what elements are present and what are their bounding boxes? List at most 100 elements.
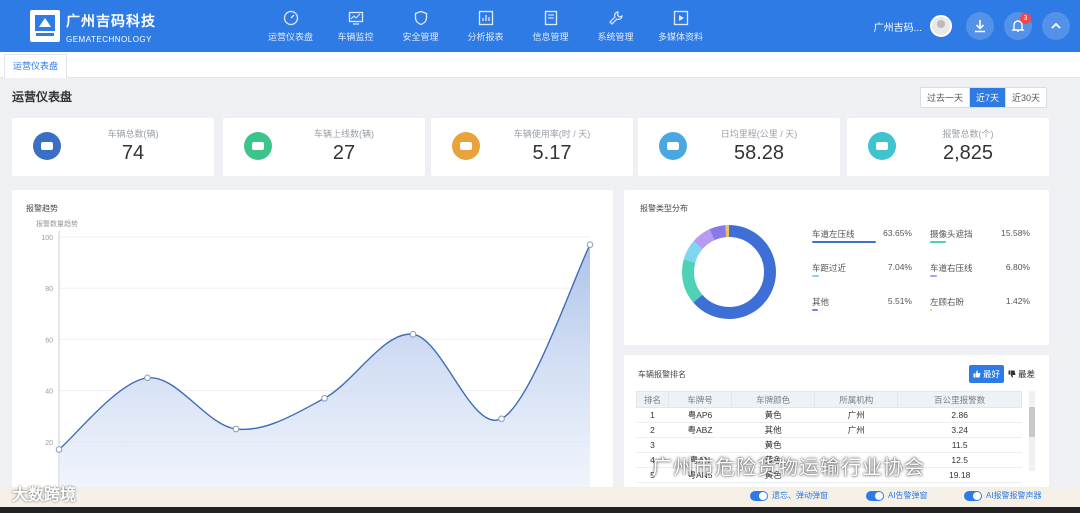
data-point[interactable] [586,241,594,248]
nav-reports[interactable]: 分析报表 [453,0,518,52]
y-tick-label: 40 [45,389,53,396]
table-row[interactable]: 1 粤AP6 黄色 广州 2.86 [636,407,1022,423]
stat-card-vehicles: 车辆总数(辆) 74 [12,118,214,176]
toggle-ai-popup[interactable]: AI告警弹窗 [866,490,928,501]
legend-percent: 63.65% [883,228,912,238]
column-header[interactable]: 所属机构 [814,391,899,408]
legend-bar [812,275,820,277]
rank-cell: 2 [636,422,669,438]
tab-dashboard[interactable]: 运营仪表盘 [4,54,68,78]
watermark-left: 大数跨境 [12,487,77,504]
legend-name: 左顾右盼 [930,297,965,307]
download-button[interactable] [966,12,994,40]
rank-cell: 1 [636,407,669,423]
worst-button[interactable]: 最差 [1004,365,1039,383]
media-icon [673,10,688,25]
nav-label: 运营仪表盘 [267,31,313,42]
plate-cell: 粤AP6 [668,407,732,423]
legend-item[interactable]: 左顾右盼 1.42% [930,296,1030,311]
data-point[interactable] [498,415,505,423]
nav-label: 安全管理 [402,31,439,42]
data-point[interactable] [232,425,240,433]
usage-icon [452,132,480,160]
toggle-label: 遗忘、弹动弹窗 [772,491,828,500]
stat-card-usage: 车辆使用率(时 / 天) 5.17 [431,118,633,176]
top-header: 广州吉码科技 GEMATECHNOLOGY 运营仪表盘 车辆监控 安全管理 分析… [0,0,1080,52]
column-header[interactable]: 车牌颜色 [730,391,816,408]
range-selector: 过去一天 近7天 近30天 [919,87,1047,108]
legend-bar [812,309,818,311]
vehicle-icon [33,132,61,160]
brand: 广州吉码科技 GEMATECHNOLOGY [66,11,156,44]
stat-value: 74 [121,142,145,164]
stat-label: 车辆上线数(辆) [314,129,374,139]
nav-label: 信息管理 [532,31,569,42]
alarm-type-panel: 报警类型分布 车道左压线 63.65% 摄像头遮挡 15.58% 车距过近 7.04% 车道… [624,190,1049,345]
y-tick-label: 60 [45,337,53,344]
nav-media[interactable]: 多媒体资料 [648,0,713,52]
toggle-ai-sound[interactable]: AI报警报警声器 [964,490,1042,501]
data-point[interactable] [409,330,417,338]
data-point[interactable] [144,374,151,382]
nav-label: 车辆监控 [337,31,374,42]
range-option-30d[interactable]: 近30天 [1006,88,1046,107]
user-name[interactable]: 广州吉码... [874,19,922,34]
stat-value: 2,825 [942,142,994,164]
table-row[interactable]: 2 粤ABZ 其他 广州 3.24 [636,422,1022,438]
header-actions: 广州吉码... 3 [874,0,1080,52]
avatar[interactable] [930,15,952,37]
org-cell: 广州 [814,407,898,423]
column-header[interactable]: 车牌号 [668,391,732,408]
nav-dashboard[interactable]: 运营仪表盘 [258,0,323,52]
toggle-label: AI告警弹窗 [888,491,928,500]
stat-value: 5.17 [532,142,572,164]
ranking-toggle: 最好 最差 [968,365,1039,383]
alarm-rate-cell: 3.24 [897,422,1022,438]
mileage-icon [659,132,687,160]
column-header[interactable]: 排名 [636,391,669,408]
alarm-icon [868,132,896,160]
report-icon [478,10,493,25]
column-header[interactable]: 百公里报警数 [897,391,1022,408]
legend-item[interactable]: 车道右压线 6.80% [930,262,1030,277]
nav-info[interactable]: 信息管理 [518,0,583,52]
range-option-1d[interactable]: 过去一天 [921,88,970,107]
legend-percent: 1.42% [1005,296,1030,306]
table-scrollbar[interactable] [1029,391,1035,471]
chevron-up-icon [1051,22,1061,29]
notification-button[interactable]: 3 [1004,12,1032,40]
legend-percent: 15.58% [1001,228,1030,238]
nav-vehicle-monitor[interactable]: 车辆监控 [323,0,388,52]
legend-item[interactable]: 其他 5.51% [812,296,912,311]
legend-bar [812,241,876,243]
toggle-switch[interactable] [964,490,982,501]
online-icon [244,132,272,160]
stat-label: 日均里程(公里 / 天) [720,129,798,139]
data-point[interactable] [55,446,63,453]
range-option-7d[interactable]: 近7天 [969,88,1006,107]
legend-name: 车道左压线 [812,229,855,239]
stat-card-mileage: 日均里程(公里 / 天) 58.28 [638,118,840,176]
nav-safety[interactable]: 安全管理 [388,0,453,52]
data-point[interactable] [321,394,328,402]
table-header-row: 排名 车牌号 车牌颜色 所属机构 百公里报警数 [636,391,1022,408]
plate-cell: 粤ABZ [668,422,732,438]
stat-label: 车辆使用率(时 / 天) [513,129,591,139]
legend-bar [930,309,932,311]
notification-badge: 3 [1020,13,1031,24]
best-button[interactable]: 最好 [968,365,1004,383]
legend-item[interactable]: 车距过近 7.04% [812,262,912,277]
toggle-switch[interactable] [866,490,884,501]
collapse-button[interactable] [1042,12,1070,40]
company-logo[interactable] [30,10,60,42]
legend-item[interactable]: 车道左压线 63.65% [812,228,912,243]
brand-name-en: GEMATECHNOLOGY [66,35,152,44]
nav-label: 分析报表 [467,31,504,42]
toggle-switch[interactable] [750,490,768,501]
nav-system[interactable]: 系统管理 [583,0,648,52]
stat-value: 27 [332,142,356,164]
toggle-forget-popup[interactable]: 遗忘、弹动弹窗 [750,490,828,501]
legend-item[interactable]: 摄像头遮挡 15.58% [930,228,1030,243]
y-tick-label: 80 [45,286,53,293]
y-tick-label: 20 [45,440,53,447]
